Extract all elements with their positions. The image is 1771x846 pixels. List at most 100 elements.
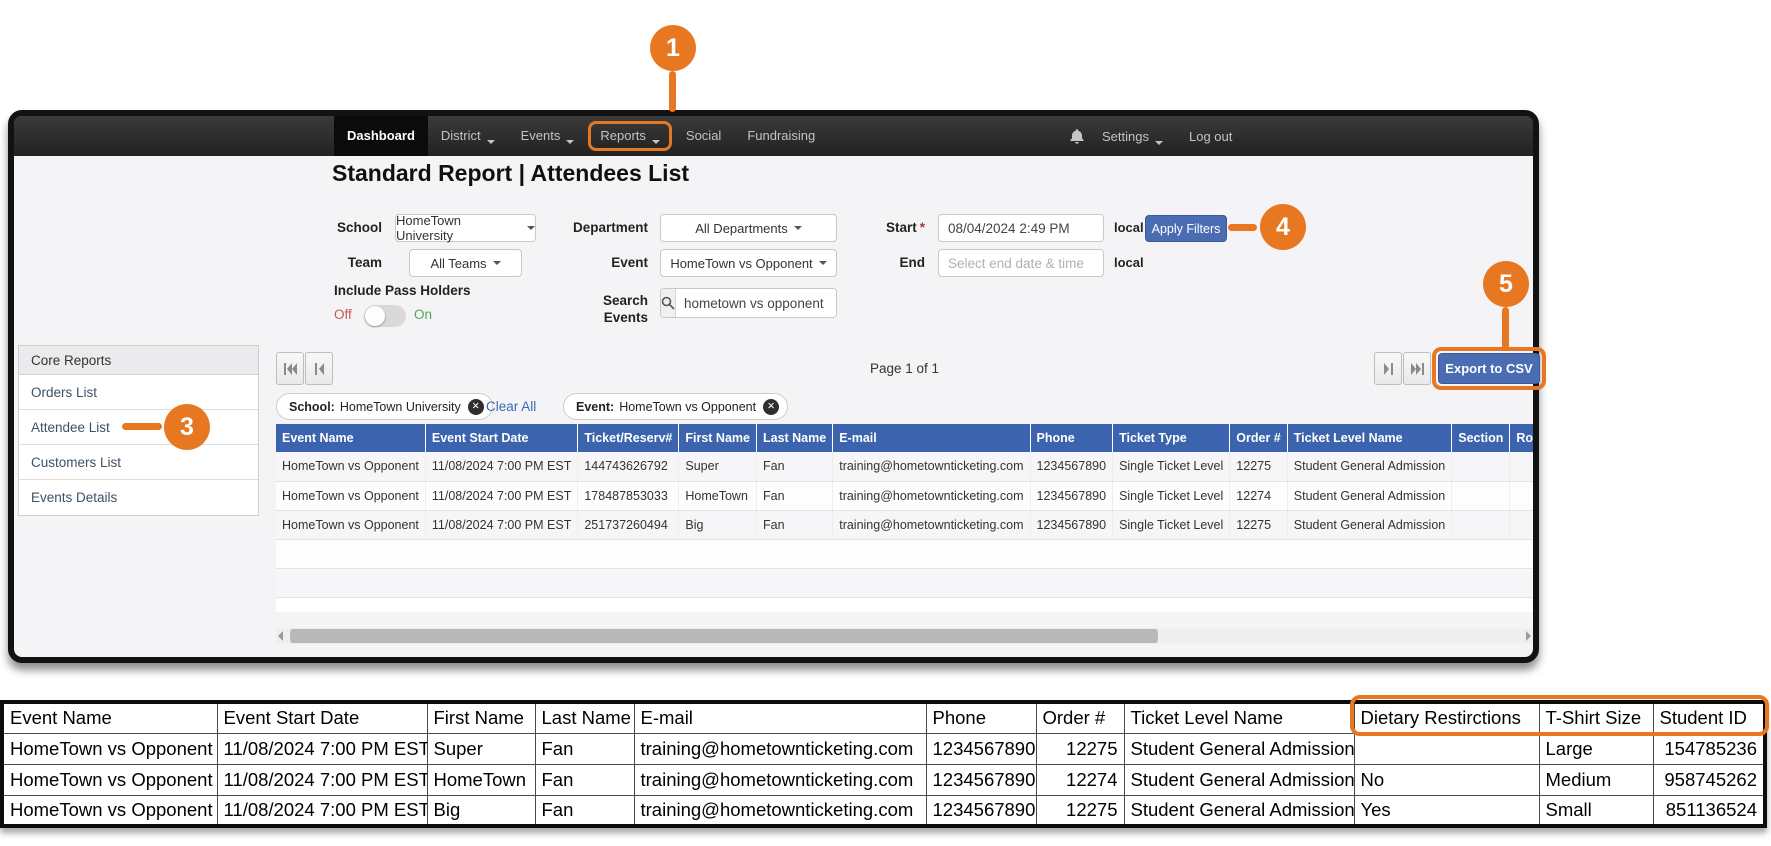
end-date-input[interactable] (938, 249, 1104, 277)
apply-filters-button[interactable]: Apply Filters (1145, 215, 1227, 242)
csv-cell-phone: 1234567890 (926, 764, 1036, 795)
start-label-text: Start (886, 220, 917, 235)
required-asterisk-icon: * (920, 220, 925, 235)
caret-down-icon (794, 226, 802, 234)
csv-cell-phone: 1234567890 (926, 733, 1036, 764)
annotation-line-5 (1502, 307, 1509, 349)
nav-tab-district[interactable]: District (428, 116, 508, 156)
chip-school-value: HomeTown University (340, 400, 461, 414)
event-label: Event (484, 255, 648, 270)
chip-remove-icon[interactable]: ✕ (468, 399, 484, 415)
csv-cell-tshirt: Medium (1539, 764, 1653, 795)
toggle-off-label: Off (334, 307, 352, 322)
csv-col-ticket-level-name: Ticket Level Name (1124, 702, 1354, 733)
team-dropdown-value: All Teams (430, 256, 486, 271)
csv-cell-event-start: 11/08/2024 7:00 PM EST (217, 795, 427, 826)
cell-event-start: 11/08/2024 7:00 PM EST (425, 452, 577, 481)
start-date-input[interactable] (938, 214, 1104, 242)
order-number-link[interactable]: 12275 (1230, 452, 1287, 481)
prev-page-icon (315, 363, 324, 375)
csv-cell-first-name: Big (427, 795, 535, 826)
search-events-group (660, 288, 837, 318)
nav-settings[interactable]: Settings (1094, 129, 1171, 144)
csv-row: HomeTown vs Opponent 11/08/2024 7:00 PM … (2, 764, 1765, 795)
csv-cell-event-start: 11/08/2024 7:00 PM EST (217, 764, 427, 795)
nav-menu: Dashboard District Events Reports Social… (334, 116, 828, 156)
toggle-knob (365, 306, 385, 326)
csv-col-email: E-mail (634, 702, 926, 733)
sidebar-item-customers-list[interactable]: Customers List (19, 445, 258, 480)
scrollbar-thumb[interactable] (290, 629, 1158, 643)
nav-tab-events[interactable]: Events (508, 116, 588, 156)
cell-event-name: HomeTown vs Opponent (276, 510, 425, 539)
csv-cell-dietary (1354, 733, 1539, 764)
nav-tab-social[interactable]: Social (673, 116, 734, 156)
screenshot-stage: Dashboard District Events Reports Social… (0, 0, 1771, 846)
csv-row: HomeTown vs Opponent 11/08/2024 7:00 PM … (2, 733, 1765, 764)
scroll-right-icon[interactable] (1526, 631, 1531, 641)
sidebar-item-orders-list[interactable]: Orders List (19, 375, 258, 410)
csv-cell-phone: 1234567890 (926, 795, 1036, 826)
csv-col-student-id: Student ID (1653, 702, 1765, 733)
col-event-name: Event Name (276, 424, 425, 452)
cell-ticket-type: Single Ticket Level (1113, 510, 1230, 539)
csv-col-dietary-restrictions: Dietary Restirctions (1354, 702, 1539, 733)
csv-cell-event-name: HomeTown vs Opponent (2, 764, 217, 795)
caret-down-icon (566, 140, 574, 148)
cell-first-name: Super (679, 452, 757, 481)
empty-row (276, 539, 1533, 568)
cell-ticket-reserv: 251737260494 (578, 510, 679, 539)
export-to-csv-button[interactable]: Export to CSV (1438, 353, 1540, 384)
last-page-button[interactable] (1403, 352, 1431, 385)
prev-page-button[interactable] (305, 352, 333, 385)
order-number-link[interactable]: 12274 (1230, 481, 1287, 510)
csv-col-event-name: Event Name (2, 702, 217, 733)
first-page-button[interactable] (276, 352, 304, 385)
first-page-icon (284, 363, 297, 375)
chip-remove-icon[interactable]: ✕ (763, 399, 779, 415)
pass-holders-toggle[interactable] (364, 305, 406, 327)
cell-last-name: Fan (756, 452, 832, 481)
annotation-badge-5: 5 (1483, 261, 1529, 307)
start-local-label: local (1114, 220, 1144, 235)
nav-logout[interactable]: Log out (1181, 129, 1240, 144)
clear-all-link[interactable]: Clear All (486, 399, 536, 414)
order-number-link[interactable]: 12275 (1230, 510, 1287, 539)
csv-export-preview: Event Name Event Start Date First Name L… (0, 700, 1767, 828)
cell-last-name: Fan (756, 510, 832, 539)
csv-cell-last-name: Fan (535, 733, 634, 764)
col-ticket-level-name: Ticket Level Name (1287, 424, 1451, 452)
annotation-line-3 (122, 423, 162, 430)
search-events-label: Search Events (484, 292, 648, 326)
csv-cell-ticket-level: Student General Admission (1124, 764, 1354, 795)
csv-cell-event-start: 11/08/2024 7:00 PM EST (217, 733, 427, 764)
chip-event-label: Event: (576, 400, 614, 414)
cell-section (1452, 510, 1510, 539)
bell-icon[interactable] (1070, 129, 1084, 144)
sidebar-item-events-details[interactable]: Events Details (19, 480, 258, 515)
end-local-label: local (1114, 255, 1144, 270)
csv-cell-student-id: 958745262 (1653, 764, 1765, 795)
school-label: School (244, 220, 382, 235)
cell-section (1452, 452, 1510, 481)
nav-tab-events-label: Events (521, 128, 561, 143)
nav-tab-reports[interactable]: Reports (587, 116, 673, 156)
cell-phone: 1234567890 (1030, 510, 1113, 539)
horizontal-scrollbar[interactable] (276, 628, 1533, 644)
search-events-input[interactable] (676, 289, 837, 317)
cell-row (1510, 452, 1533, 481)
cell-ticket-reserv: 144743626792 (578, 452, 679, 481)
csv-col-order: Order # (1036, 702, 1124, 733)
csv-cell-email: training@hometownticketing.com (634, 733, 926, 764)
csv-cell-tshirt: Small (1539, 795, 1653, 826)
scroll-left-icon[interactable] (278, 631, 283, 641)
cell-ticket-reserv: 178487853033 (578, 481, 679, 510)
csv-cell-order: 12275 (1036, 795, 1124, 826)
next-page-button[interactable] (1374, 352, 1402, 385)
csv-cell-ticket-level: Student General Admission (1124, 733, 1354, 764)
nav-tab-fundraising[interactable]: Fundraising (734, 116, 828, 156)
csv-cell-order: 12275 (1036, 733, 1124, 764)
cell-first-name: Big (679, 510, 757, 539)
nav-tab-dashboard[interactable]: Dashboard (334, 116, 428, 156)
csv-cell-dietary: No (1354, 764, 1539, 795)
